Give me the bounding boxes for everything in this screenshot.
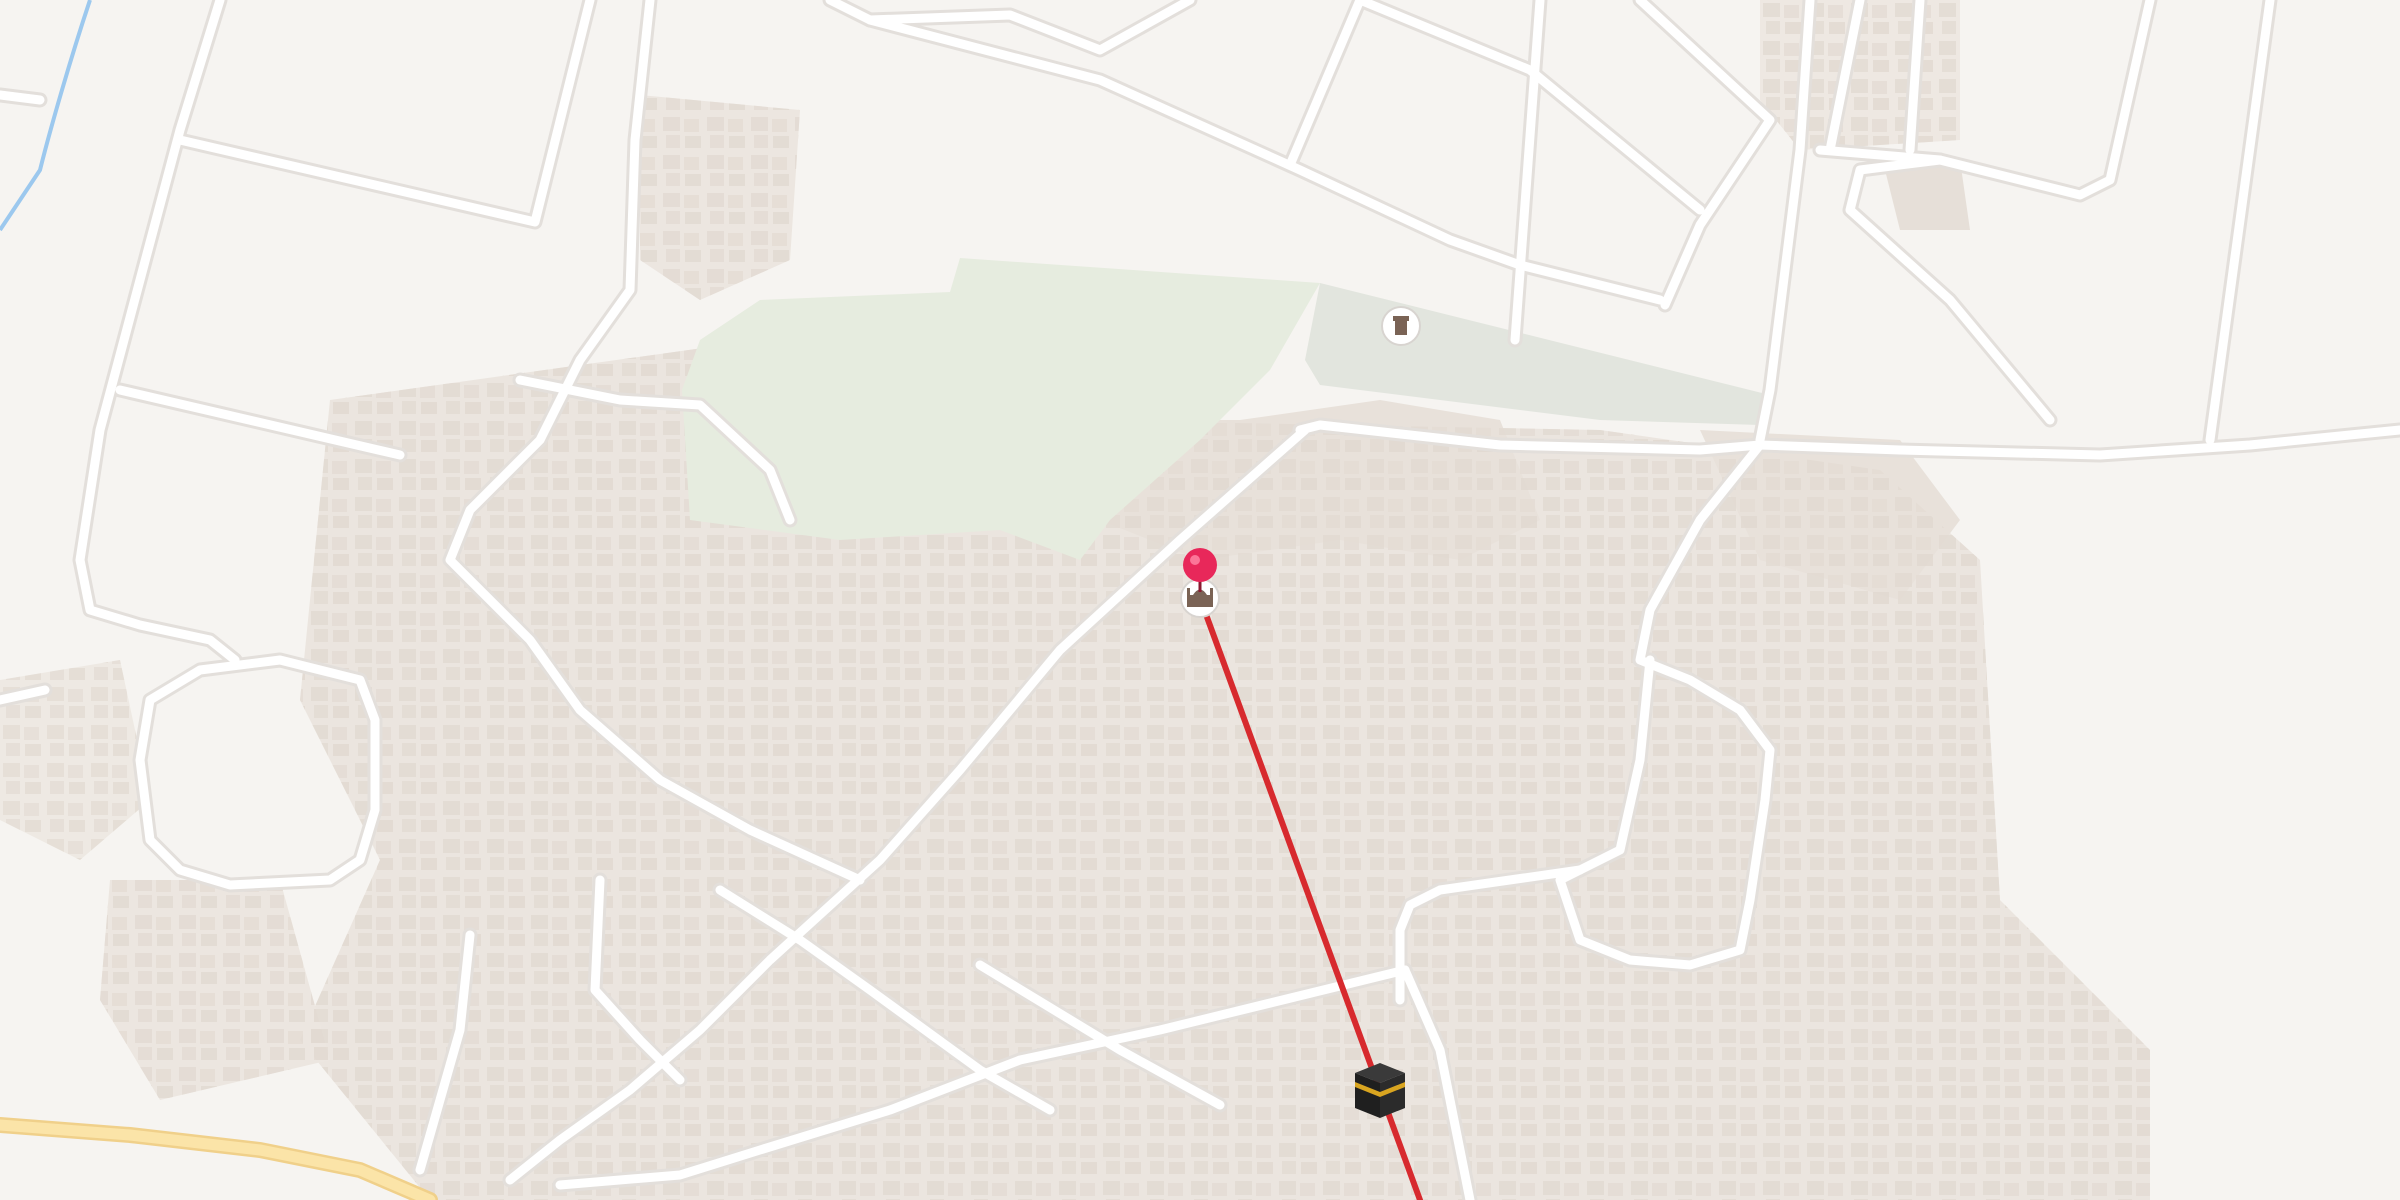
map-canvas[interactable] — [0, 0, 2400, 1200]
map-view[interactable] — [0, 0, 2400, 1200]
kaaba-icon[interactable] — [1355, 1063, 1405, 1118]
monument-icon[interactable] — [1381, 306, 1421, 346]
